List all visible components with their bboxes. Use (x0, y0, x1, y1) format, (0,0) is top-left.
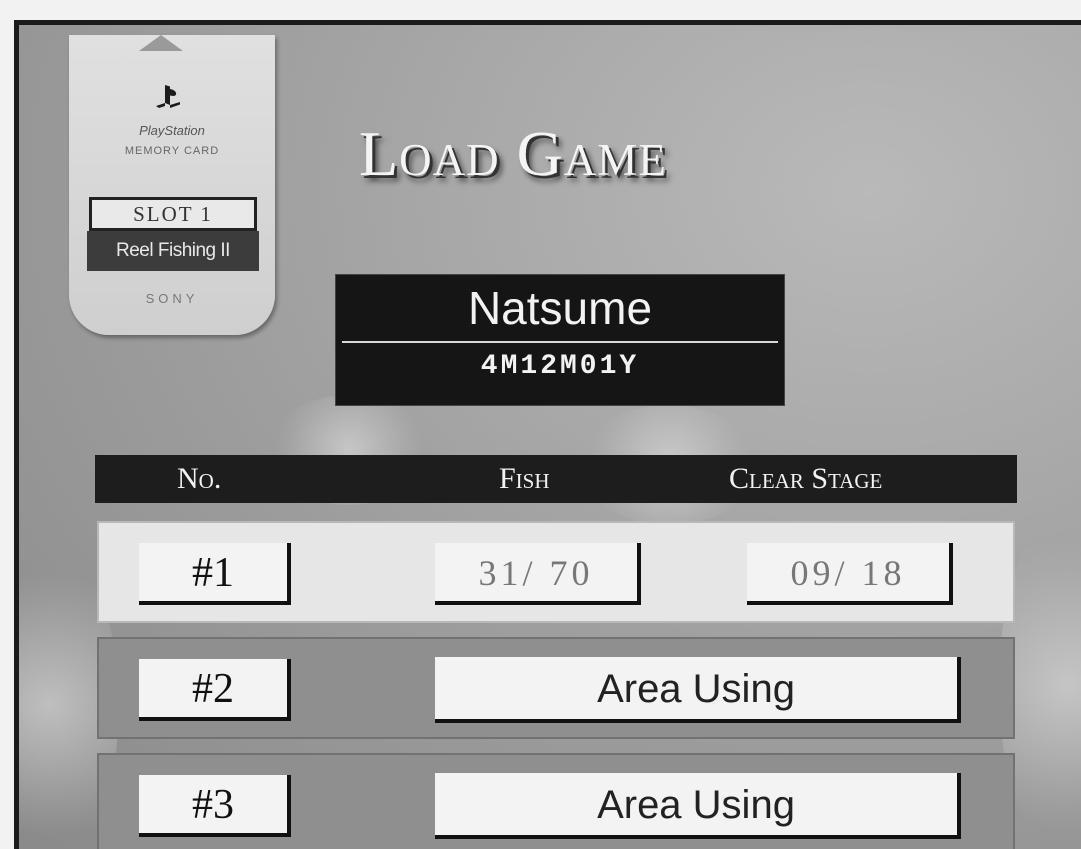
save-slot-1[interactable]: #1 31/ 70 09/ 18 (97, 521, 1015, 623)
slot-number: #1 (139, 543, 291, 605)
play-time: 4M12M01Y (480, 351, 640, 382)
save-slot-2[interactable]: #2 Area Using (97, 637, 1015, 739)
slot-number: #2 (139, 659, 291, 721)
clear-stage-count: 09/ 18 (747, 543, 953, 605)
memory-card: PlayStation MEMORY CARD SLOT 1 Reel Fish… (69, 35, 275, 335)
profile-divider (342, 341, 778, 343)
header-fish: Fish (499, 462, 550, 495)
player-profile: Natsume 4M12M01Y (336, 275, 784, 405)
header-no: No. (177, 462, 222, 495)
playstation-logo-icon (156, 85, 180, 108)
slot-number: #3 (139, 775, 291, 837)
table-header: No. Fish Clear Stage (95, 455, 1017, 503)
slot-label: SLOT 1 (89, 197, 257, 231)
screen-title: Load Game (359, 118, 667, 189)
load-game-screen: PlayStation MEMORY CARD SLOT 1 Reel Fish… (14, 20, 1081, 849)
fish-count: 31/ 70 (435, 543, 641, 605)
save-slot-3[interactable]: #3 Area Using (97, 753, 1015, 849)
card-model: MEMORY CARD (124, 145, 220, 157)
slot-status: Area Using (435, 773, 961, 839)
card-notch (139, 35, 183, 51)
header-clear-stage: Clear Stage (729, 462, 883, 495)
player-name: Natsume (467, 282, 653, 334)
card-brand: PlayStation (139, 123, 205, 138)
game-label: Reel Fishing II (87, 231, 259, 271)
card-maker: SONY (145, 291, 199, 306)
slot-status: Area Using (435, 657, 961, 723)
